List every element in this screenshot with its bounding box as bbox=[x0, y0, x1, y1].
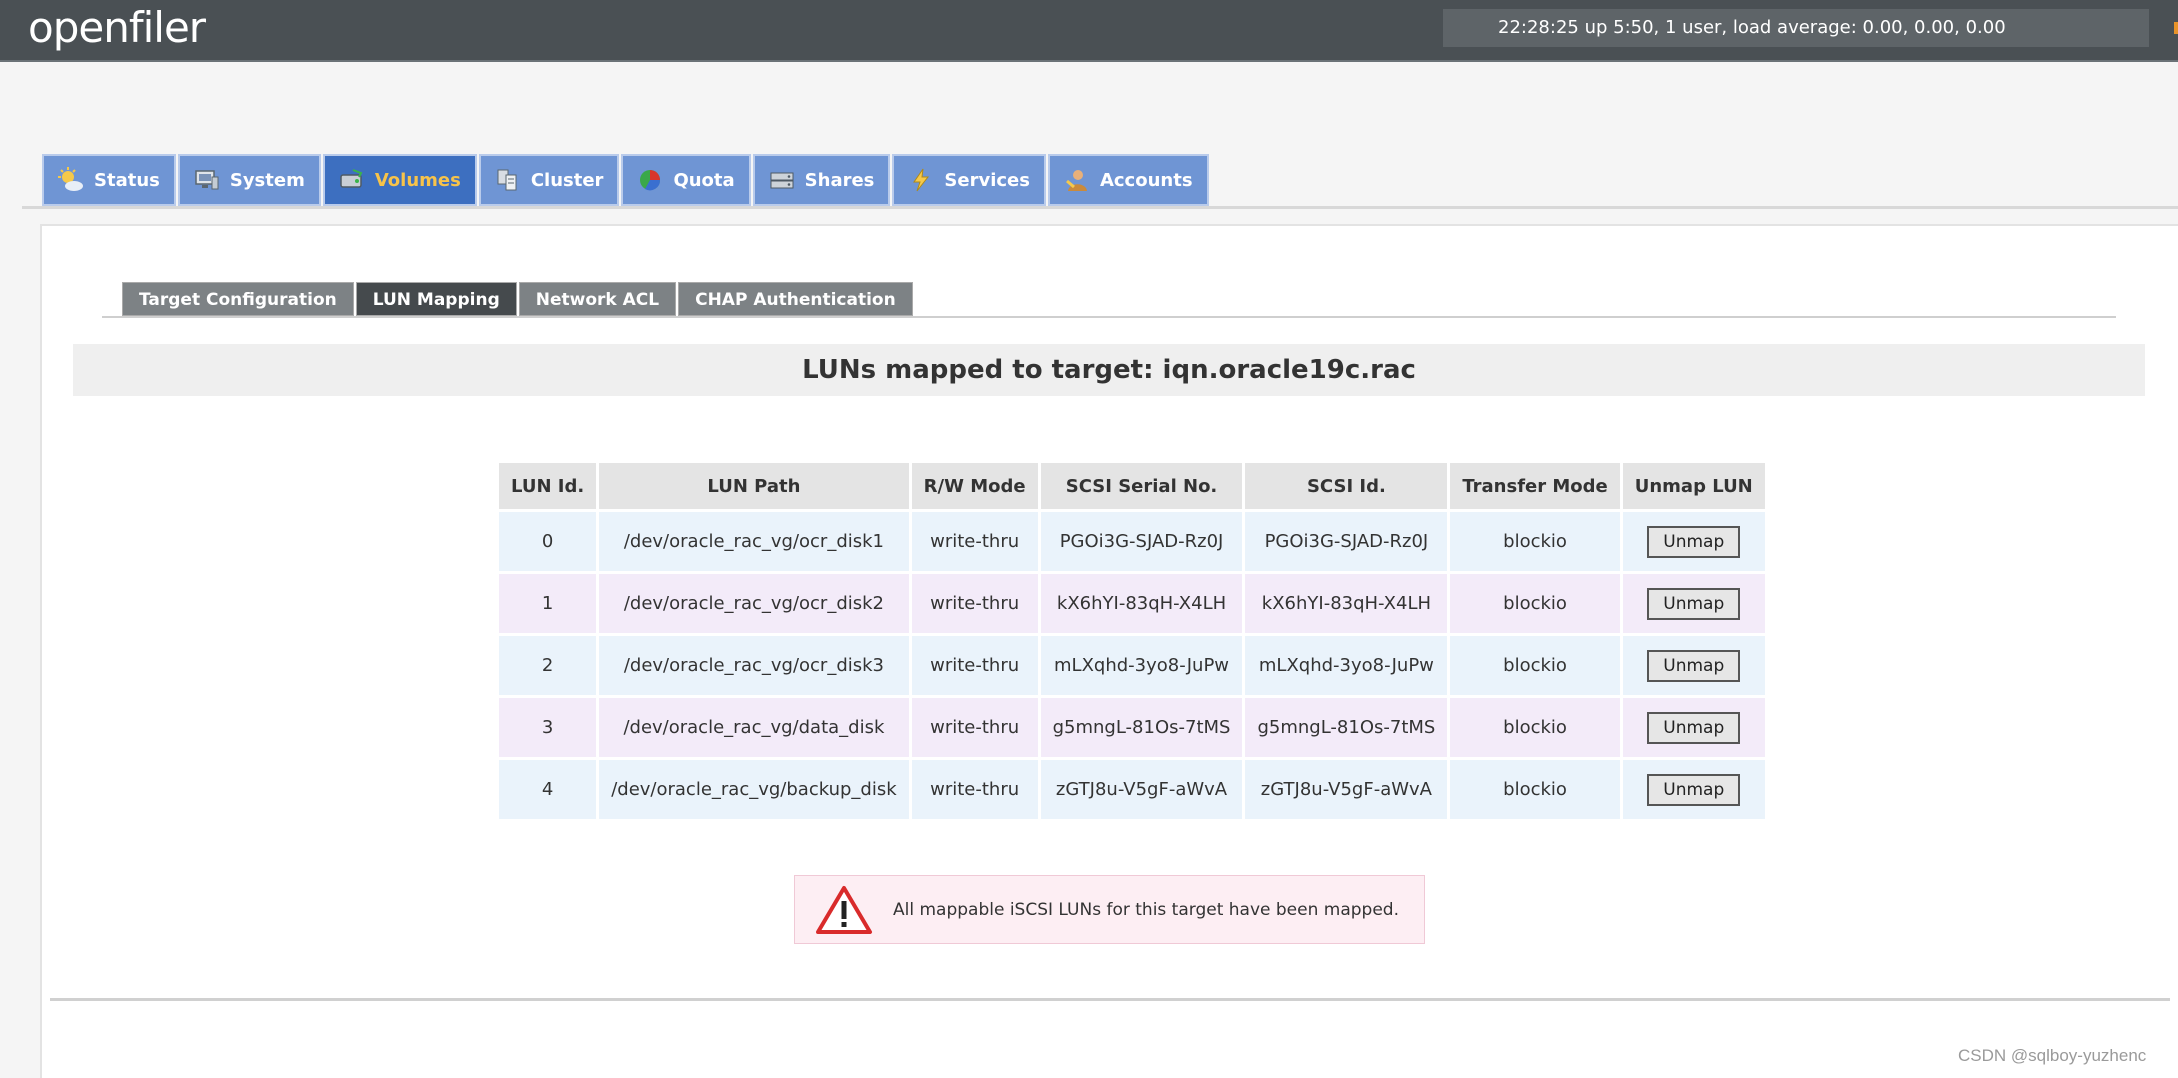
unmap-button[interactable]: Unmap bbox=[1647, 773, 1741, 806]
lun-path-cell: /dev/oracle_rac_vg/backup_disk bbox=[599, 760, 909, 819]
tab-volumes-label: Volumes bbox=[374, 169, 461, 191]
unmap-cell: Unmap bbox=[1622, 574, 1765, 633]
table-row: 4 /dev/oracle_rac_vg/backup_disk write-t… bbox=[499, 760, 1765, 819]
scsi-serial-cell: mLXqhd-3yo8-JuPw bbox=[1040, 636, 1243, 695]
lun-id-cell: 0 bbox=[499, 512, 597, 571]
lun-id-cell: 4 bbox=[499, 760, 597, 819]
lun-path-cell: /dev/oracle_rac_vg/data_disk bbox=[599, 698, 909, 757]
column-header-transfer-mode: Transfer Mode bbox=[1450, 463, 1620, 509]
tab-quota-label: Quota bbox=[673, 169, 735, 191]
unmap-button[interactable]: Unmap bbox=[1647, 649, 1741, 682]
tab-accounts[interactable]: Accounts bbox=[1047, 154, 1209, 206]
mapping-notice: All mappable iSCSI LUNs for this target … bbox=[794, 875, 1425, 944]
tab-system[interactable]: System bbox=[177, 154, 321, 206]
uptime-status: 22:28:25 up 5:50, 1 user, load average: … bbox=[1443, 9, 2149, 47]
column-header-unmap-lun: Unmap LUN bbox=[1622, 463, 1765, 509]
lightning-icon bbox=[908, 167, 934, 193]
subtab-network-acl[interactable]: Network ACL bbox=[518, 282, 677, 316]
table-row: 3 /dev/oracle_rac_vg/data_disk write-thr… bbox=[499, 698, 1765, 757]
lun-path-cell: /dev/oracle_rac_vg/ocr_disk1 bbox=[599, 512, 909, 571]
unmap-cell: Unmap bbox=[1622, 698, 1765, 757]
transfer-mode-cell: blockio bbox=[1450, 512, 1620, 571]
tab-accounts-label: Accounts bbox=[1099, 169, 1193, 191]
top-header: openfiler 22:28:25 up 5:50, 1 user, load… bbox=[0, 0, 2178, 62]
unmap-button[interactable]: Unmap bbox=[1647, 711, 1741, 744]
table-row: 2 /dev/oracle_rac_vg/ocr_disk3 write-thr… bbox=[499, 636, 1765, 695]
lun-id-cell: 1 bbox=[499, 574, 597, 633]
scsi-id-cell: zGTJ8u-V5gF-aWvA bbox=[1245, 760, 1448, 819]
transfer-mode-cell: blockio bbox=[1450, 574, 1620, 633]
scsi-id-cell: PGOi3G-SJAD-Rz0J bbox=[1245, 512, 1448, 571]
table-header-row: LUN Id. LUN Path R/W Mode SCSI Serial No… bbox=[499, 463, 1765, 509]
tab-volumes[interactable]: Volumes bbox=[322, 154, 477, 206]
lun-id-cell: 3 bbox=[499, 698, 597, 757]
shares-icon bbox=[769, 167, 795, 193]
column-header-scsi-serial: SCSI Serial No. bbox=[1040, 463, 1243, 509]
cluster-icon bbox=[495, 167, 521, 193]
column-header-lun-path: LUN Path bbox=[599, 463, 909, 509]
warning-icon bbox=[815, 885, 873, 935]
tab-status-label: Status bbox=[94, 169, 160, 191]
unmap-cell: Unmap bbox=[1622, 512, 1765, 571]
column-header-scsi-id: SCSI Id. bbox=[1245, 463, 1448, 509]
rw-mode-cell: write-thru bbox=[911, 574, 1038, 633]
pie-chart-icon bbox=[637, 167, 663, 193]
subtab-target-configuration[interactable]: Target Configuration bbox=[122, 282, 354, 316]
rw-mode-cell: write-thru bbox=[911, 698, 1038, 757]
tab-cluster[interactable]: Cluster bbox=[478, 154, 620, 206]
unmap-button[interactable]: Unmap bbox=[1647, 525, 1741, 558]
lun-path-cell: /dev/oracle_rac_vg/ocr_disk3 bbox=[599, 636, 909, 695]
footer-divider bbox=[50, 998, 2170, 1001]
tab-cluster-label: Cluster bbox=[530, 169, 604, 191]
scsi-serial-cell: PGOi3G-SJAD-Rz0J bbox=[1040, 512, 1243, 571]
tab-system-label: System bbox=[229, 169, 305, 191]
sub-nav-tabs: Target Configuration LUN Mapping Network… bbox=[122, 282, 915, 316]
unmap-cell: Unmap bbox=[1622, 760, 1765, 819]
scroll-edge-marker bbox=[2174, 22, 2178, 34]
column-header-lun-id: LUN Id. bbox=[499, 463, 597, 509]
accounts-icon bbox=[1064, 167, 1090, 193]
unmap-cell: Unmap bbox=[1622, 636, 1765, 695]
transfer-mode-cell: blockio bbox=[1450, 698, 1620, 757]
notice-message: All mappable iSCSI LUNs for this target … bbox=[893, 899, 1399, 920]
main-nav-tabs: Status System Volumes Cluster Quota Shar… bbox=[42, 154, 1211, 206]
rw-mode-cell: write-thru bbox=[911, 636, 1038, 695]
tab-status[interactable]: Status bbox=[42, 154, 176, 206]
subtab-lun-mapping[interactable]: LUN Mapping bbox=[355, 282, 517, 316]
column-header-rw-mode: R/W Mode bbox=[911, 463, 1038, 509]
sun-icon bbox=[58, 167, 84, 193]
monitor-icon bbox=[194, 167, 220, 193]
rw-mode-cell: write-thru bbox=[911, 760, 1038, 819]
scsi-serial-cell: zGTJ8u-V5gF-aWvA bbox=[1040, 760, 1243, 819]
transfer-mode-cell: blockio bbox=[1450, 760, 1620, 819]
scsi-id-cell: mLXqhd-3yo8-JuPw bbox=[1245, 636, 1448, 695]
scsi-id-cell: kX6hYI-83qH-X4LH bbox=[1245, 574, 1448, 633]
main-tabs-divider bbox=[22, 206, 2178, 209]
drive-icon bbox=[339, 167, 365, 193]
lun-path-cell: /dev/oracle_rac_vg/ocr_disk2 bbox=[599, 574, 909, 633]
lun-mapping-table: LUN Id. LUN Path R/W Mode SCSI Serial No… bbox=[496, 460, 1768, 822]
table-row: 0 /dev/oracle_rac_vg/ocr_disk1 write-thr… bbox=[499, 512, 1765, 571]
unmap-button[interactable]: Unmap bbox=[1647, 587, 1741, 620]
sub-tabs-divider bbox=[102, 316, 2116, 318]
scsi-serial-cell: kX6hYI-83qH-X4LH bbox=[1040, 574, 1243, 633]
tab-shares[interactable]: Shares bbox=[752, 154, 891, 206]
tab-quota[interactable]: Quota bbox=[621, 154, 751, 206]
transfer-mode-cell: blockio bbox=[1450, 636, 1620, 695]
tab-services-label: Services bbox=[944, 169, 1030, 191]
tab-shares-label: Shares bbox=[804, 169, 875, 191]
scsi-id-cell: g5mngL-81Os-7tMS bbox=[1245, 698, 1448, 757]
page-title: LUNs mapped to target: iqn.oracle19c.rac bbox=[73, 344, 2145, 396]
watermark: CSDN @sqlboy-yuzhenc bbox=[1958, 1046, 2147, 1065]
rw-mode-cell: write-thru bbox=[911, 512, 1038, 571]
subtab-chap-authentication[interactable]: CHAP Authentication bbox=[678, 282, 913, 316]
tab-services[interactable]: Services bbox=[892, 154, 1046, 206]
scsi-serial-cell: g5mngL-81Os-7tMS bbox=[1040, 698, 1243, 757]
openfiler-logo[interactable]: openfiler bbox=[28, 3, 206, 52]
lun-id-cell: 2 bbox=[499, 636, 597, 695]
table-row: 1 /dev/oracle_rac_vg/ocr_disk2 write-thr… bbox=[499, 574, 1765, 633]
